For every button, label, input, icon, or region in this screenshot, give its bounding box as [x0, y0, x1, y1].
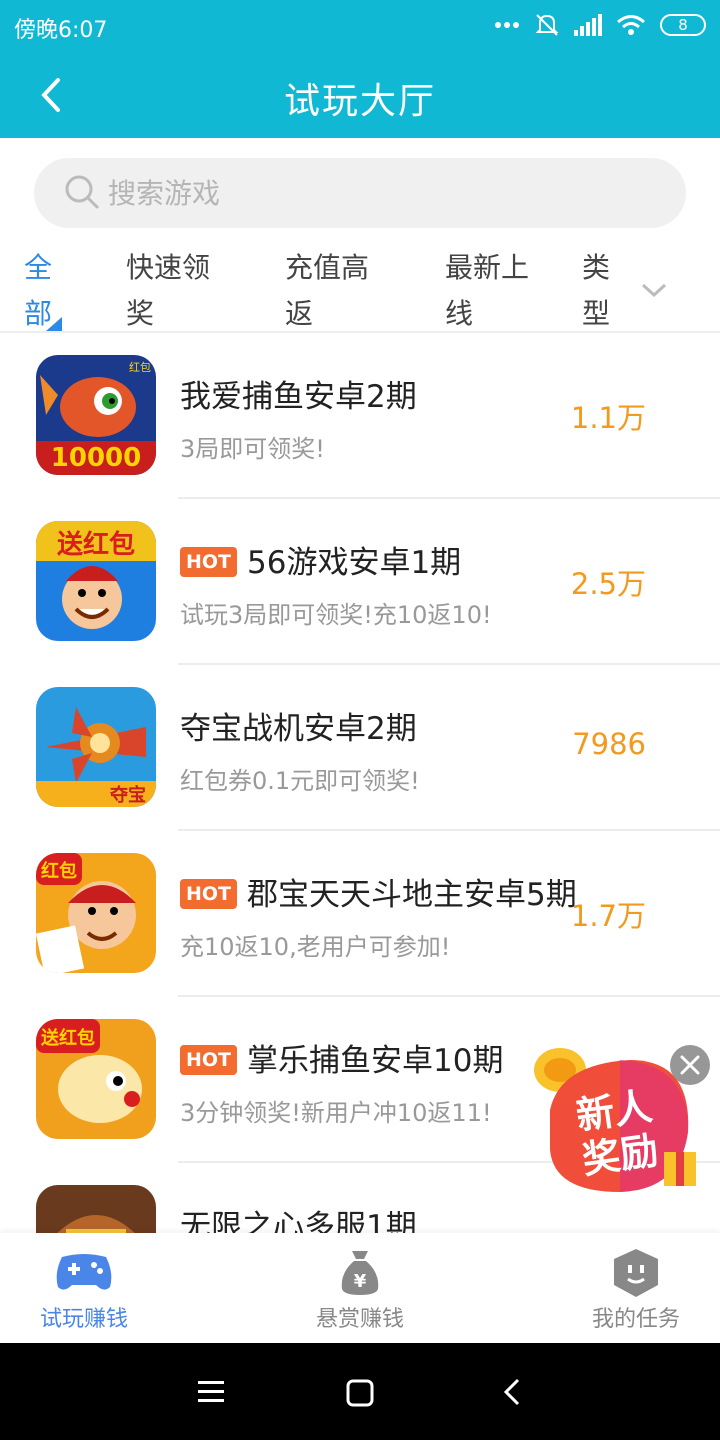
game-title: 我爱捕鱼安卓2期 — [180, 371, 417, 416]
money-bag-icon: ¥ — [341, 1251, 379, 1295]
svg-text:¥: ¥ — [354, 1271, 367, 1292]
gamepad-icon — [56, 1254, 112, 1290]
game-row[interactable]: 送红包 HOT 56游戏安卓1期 试玩3局即可领奖!充10返10! 2.5万 — [0, 499, 720, 665]
system-nav-bar — [0, 1343, 720, 1440]
hot-badge: HOT — [180, 879, 238, 909]
game-row[interactable]: 夺宝 夺宝战机安卓2期 红包券0.1元即可领奖! 7986 — [0, 665, 720, 831]
home-icon[interactable] — [346, 1379, 374, 1407]
promo-close-button[interactable] — [670, 1045, 710, 1085]
red-envelope-game-icon: 送红包 — [36, 521, 156, 641]
bottom-tab-label: 悬赏赚钱 — [315, 1307, 404, 1332]
wifi-icon — [617, 15, 645, 35]
game-title-text: 无限之心多服1期 — [180, 1209, 417, 1233]
game-reward: 1.1万 — [570, 401, 646, 435]
tab-label: 充值高 — [285, 251, 370, 284]
bottom-tab-label: 试玩赚钱 — [39, 1307, 128, 1332]
search-input[interactable] — [108, 158, 668, 228]
game-desc: 3局即可领奖! — [180, 435, 325, 463]
game-icon: 送红包 — [36, 521, 156, 641]
tab-active-indicator — [46, 317, 62, 331]
menu-icon[interactable] — [198, 1381, 224, 1403]
game-title: HOT 郡宝天天斗地主安卓5期 — [180, 869, 577, 914]
back-nav-icon[interactable] — [500, 1377, 524, 1407]
tab-label: 线 — [445, 297, 474, 330]
game-title-text: 夺宝战机安卓2期 — [180, 711, 417, 747]
tab-label: 快速领 — [126, 251, 211, 284]
fighter-jet-game-icon: 夺宝 — [36, 687, 156, 807]
game-icon — [36, 1185, 156, 1233]
game-row[interactable]: 红包 HOT 郡宝天天斗地主安卓5期 充10返10,老用户可参加! 1.7万 — [0, 831, 720, 997]
search-icon — [65, 175, 99, 209]
icon-badge: 红包 — [129, 361, 151, 374]
close-icon — [680, 1055, 700, 1075]
status-time: 傍晚6:07 — [14, 18, 108, 43]
icon-text: 10000 — [51, 443, 141, 473]
signal-icon — [574, 14, 602, 36]
game-title-text: 掌乐捕鱼安卓10期 — [247, 1043, 504, 1079]
bottom-tab-bounty-earn[interactable]: ¥ 悬赏赚钱 — [260, 1233, 460, 1343]
game-icon: 夺宝 — [36, 687, 156, 807]
game-icon: 送红包 — [36, 1019, 156, 1139]
game-title: 无限之心多服1期 — [180, 1201, 417, 1233]
page-title: 试玩大厅 — [283, 81, 436, 122]
game-reward: 2.5万 — [570, 567, 646, 601]
bottom-tab-trial-earn[interactable]: 试玩赚钱 — [0, 1233, 184, 1343]
hero-game-icon — [36, 1185, 156, 1233]
hot-badge: HOT — [180, 547, 238, 577]
hot-badge: HOT — [180, 1045, 238, 1075]
status-icons: 8 — [494, 12, 706, 38]
tab-type[interactable]: 类 型 — [582, 245, 642, 337]
bottom-tab-bar: 试玩赚钱 ¥ 悬赏赚钱 我的任务 — [0, 1233, 720, 1343]
tab-label: 全 — [24, 251, 53, 284]
game-desc: 充10返10,老用户可参加! — [180, 933, 451, 961]
icon-text: 送红包 — [57, 529, 135, 560]
tab-label: 返 — [285, 297, 314, 330]
shield-face-icon — [614, 1249, 658, 1297]
fish-game-icon: 10000 红包 — [36, 355, 156, 475]
tab-label: 部 — [24, 297, 53, 330]
bottom-tab-my-tasks[interactable]: 我的任务 — [536, 1233, 720, 1343]
game-icon: 红包 — [36, 853, 156, 973]
status-bar: 傍晚6:07 8 — [0, 0, 720, 52]
tab-high-rebate[interactable]: 充值高 返 — [285, 245, 385, 337]
game-icon: 10000 红包 — [36, 355, 156, 475]
tab-label: 最新上 — [445, 251, 530, 284]
battery-icon: 8 — [660, 14, 706, 36]
icon-text: 夺宝 — [110, 784, 146, 806]
game-title-text: 56游戏安卓1期 — [247, 545, 462, 581]
mute-icon — [535, 14, 559, 36]
game-desc: 试玩3局即可领奖!充10返10! — [180, 601, 492, 629]
game-title: HOT 56游戏安卓1期 — [180, 537, 461, 582]
game-desc: 红包券0.1元即可领奖! — [180, 767, 420, 795]
chevron-down-icon[interactable] — [640, 281, 668, 299]
tab-quick-reward[interactable]: 快速领 奖 — [126, 245, 226, 337]
bottom-tab-label: 我的任务 — [591, 1307, 680, 1332]
game-reward: 7986 — [572, 727, 646, 761]
more-dots-icon — [495, 22, 519, 28]
filter-tabs: 全 部 快速领 奖 充值高 返 最新上 线 类 型 — [0, 245, 720, 333]
tab-all[interactable]: 全 部 — [24, 245, 124, 337]
game-title: 夺宝战机安卓2期 — [180, 703, 417, 748]
icon-text: 红包 — [41, 860, 77, 882]
game-desc: 3分钟领奖!新用户冲10返11! — [180, 1099, 492, 1127]
tab-label: 类 — [582, 251, 611, 284]
header: 试玩大厅 — [0, 52, 720, 138]
search-bar[interactable] — [34, 158, 686, 228]
game-row[interactable]: 10000 红包 我爱捕鱼安卓2期 3局即可领奖! 1.1万 — [0, 333, 720, 499]
game-title-text: 郡宝天天斗地主安卓5期 — [247, 877, 577, 913]
tab-label: 奖 — [126, 297, 155, 330]
tab-newest[interactable]: 最新上 线 — [445, 245, 545, 337]
pufferfish-game-icon: 送红包 — [36, 1019, 156, 1139]
game-title: HOT 掌乐捕鱼安卓10期 — [180, 1035, 503, 1080]
game-title-text: 我爱捕鱼安卓2期 — [180, 379, 417, 415]
landlord-cards-game-icon: 红包 — [36, 853, 156, 973]
icon-text: 送红包 — [40, 1027, 95, 1049]
tab-label: 型 — [582, 297, 611, 330]
game-reward: 1.7万 — [570, 899, 646, 933]
